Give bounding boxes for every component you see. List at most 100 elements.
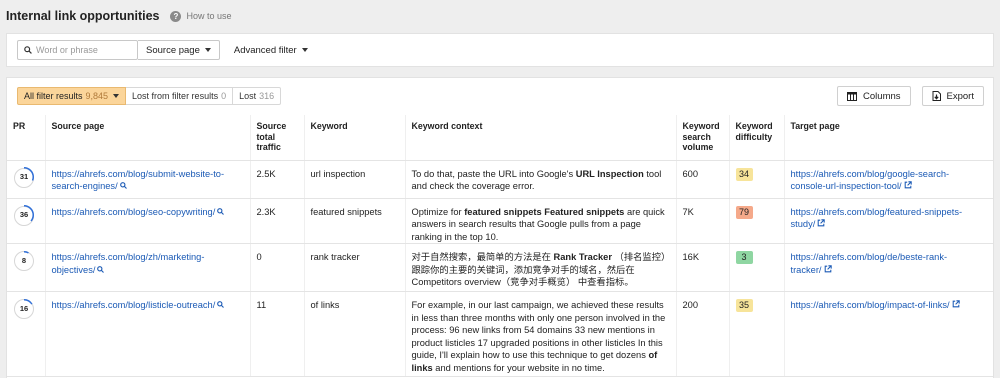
target-page-link[interactable]: https://ahrefs.com/blog/google-search- [791,169,950,179]
cell-target-page: https://ahrefs.com/blog/impact-of-links/ [783,291,993,377]
advanced-filter-label: Advanced filter [233,44,297,56]
search-box[interactable] [17,40,138,60]
export-label: Export [946,90,974,102]
page-rating-arc [13,167,34,187]
keyword-difficulty-badge: 3 [735,251,753,264]
export-icon [932,91,941,101]
cell-search-volume: 7K [675,198,729,244]
tab-count: 316 [259,91,275,101]
column-header-label: volume [682,142,714,152]
cell-keyword: featured snippets [303,198,405,244]
cell-source-page: https://ahrefs.com/blog/submit-website-t… [44,160,250,199]
page-rating-arc [13,250,34,271]
search-icon[interactable] [119,180,127,193]
search-input[interactable] [36,45,136,55]
column-header-target-page[interactable]: Target page [783,115,993,161]
column-header-label: total [256,131,276,142]
column-header-pr[interactable]: PR [7,115,45,161]
export-button[interactable]: Export [921,86,984,106]
columns-icon [847,91,858,101]
keyword-highlight: featured snippets Featured snippets [464,206,625,217]
how-to-use-link[interactable]: ? How to use [170,10,232,22]
source-page-link-cont[interactable]: objectives/ [52,265,96,275]
column-header-label: Source [256,121,287,131]
cell-keyword: of links [303,291,405,377]
table-row: 31 https://ahrefs.com/blog/submit-websit… [7,160,993,199]
column-header-label: Keyword [735,121,773,131]
tab-lost-from-filter-results[interactable]: Lost from filter results 0 [126,87,234,105]
cell-keyword: url inspection [303,160,405,199]
keyword-difficulty-badge: 35 [735,299,753,312]
source-page-link[interactable]: https://ahrefs.com/blog/seo-copywriting/ [52,207,216,217]
target-page-link-cont[interactable]: study/ [791,219,816,229]
search-icon[interactable] [97,264,105,277]
columns-button[interactable]: Columns [837,86,911,106]
cell-keyword-context: 对于自然搜索，最简单的方法是在 Rank Tracker （排名监控）跟踪你的主… [404,243,676,292]
external-link-icon[interactable] [824,264,832,277]
keyword-difficulty-badge: 34 [735,167,753,181]
result-tabs: All filter results 9,845 Lost from filte… [17,87,282,105]
tab-all-filter-results[interactable]: All filter results 9,845 [17,87,127,105]
target-page-link-cont[interactable]: tracker/ [791,265,822,275]
caret-down-icon [113,94,120,98]
cell-target-page: https://ahrefs.com/blog/google-search-co… [783,160,993,199]
cell-search-volume: 200 [675,291,729,377]
cell-keyword-context: For example, in our last campaign, we ac… [404,291,676,377]
source-page-link-cont[interactable]: search-engines/ [52,181,118,191]
column-header-label: Source page [51,121,105,131]
column-header-keyword[interactable]: Keyword [303,115,405,161]
target-page-link[interactable]: https://ahrefs.com/blog/featured-snippet… [791,207,963,217]
help-icon: ? [170,10,182,22]
external-link-icon[interactable] [904,180,912,193]
table-row: 16 https://ahrefs.com/blog/listicle-outr… [7,291,993,377]
cell-source-page: https://ahrefs.com/blog/seo-copywriting/ [44,198,250,244]
target-page-link-cont[interactable]: console-url-inspection-tool/ [791,181,902,191]
cell-keyword-difficulty: 3 [728,243,784,292]
column-header-keyword-difficulty[interactable]: Keyword difficulty [728,115,784,161]
target-page-link[interactable]: https://ahrefs.com/blog/impact-of-links/ [791,300,950,310]
column-header-label: Keyword [682,121,720,131]
column-header-keyword-context[interactable]: Keyword context [404,115,676,161]
cell-search-volume: 600 [675,160,729,199]
context-text: To do that, paste the URL into Google's [411,168,576,179]
source-page-link[interactable]: https://ahrefs.com/blog/zh/marketing- [52,252,205,262]
cell-pr: 16 [7,291,45,377]
cell-source-traffic: 2.5K [249,160,304,199]
table-row: 8 https://ahrefs.com/blog/zh/marketing-o… [7,243,993,292]
tab-count: 0 [221,91,227,101]
page-rating-badge: 31 [13,167,34,188]
keyword-highlight: URL Inspection [575,168,644,179]
cell-keyword-difficulty: 35 [728,291,784,377]
target-page-link[interactable]: https://ahrefs.com/blog/de/beste-rank- [791,252,948,262]
caret-down-icon [301,48,308,52]
tab-count: 9,845 [85,91,109,101]
columns-label: Columns [863,90,901,102]
column-header-source-page[interactable]: Source page [44,115,250,161]
tab-label: Lost [239,91,257,101]
table-row: 36 https://ahrefs.com/blog/seo-copywriti… [7,198,993,244]
external-link-icon[interactable] [952,299,960,312]
table-tools: Columns Export [826,86,984,106]
cell-pr: 36 [7,198,45,244]
source-page-link[interactable]: https://ahrefs.com/blog/listicle-outreac… [52,300,216,310]
keyword-highlight: Rank Tracker [553,252,612,262]
search-icon[interactable] [217,299,225,312]
page-rating-badge: 16 [13,298,34,319]
source-page-dropdown[interactable]: Source page [138,40,220,60]
column-header-label: Keyword context [411,121,483,131]
source-page-dropdown-label: Source page [146,44,200,56]
keyword-difficulty-badge: 79 [735,205,753,219]
search-icon[interactable] [217,206,225,219]
column-header-source-traffic[interactable]: Source total traffic [249,115,304,161]
column-header-search-volume[interactable]: Keyword search volume [675,115,729,161]
table-header-row: PR Source page Source total traffic Keyw… [7,115,993,161]
cell-target-page: https://ahrefs.com/blog/featured-snippet… [783,198,993,244]
external-link-icon[interactable] [817,218,826,231]
source-page-link[interactable]: https://ahrefs.com/blog/submit-website-t… [52,169,225,179]
tab-label: Lost from filter results [132,91,219,101]
cell-keyword-difficulty: 79 [728,198,784,244]
cell-pr: 8 [7,243,45,292]
advanced-filter-button[interactable]: Advanced filter [234,45,308,56]
cell-keyword-context: To do that, paste the URL into Google's … [404,160,676,199]
tab-lost[interactable]: Lost 316 [233,87,282,105]
